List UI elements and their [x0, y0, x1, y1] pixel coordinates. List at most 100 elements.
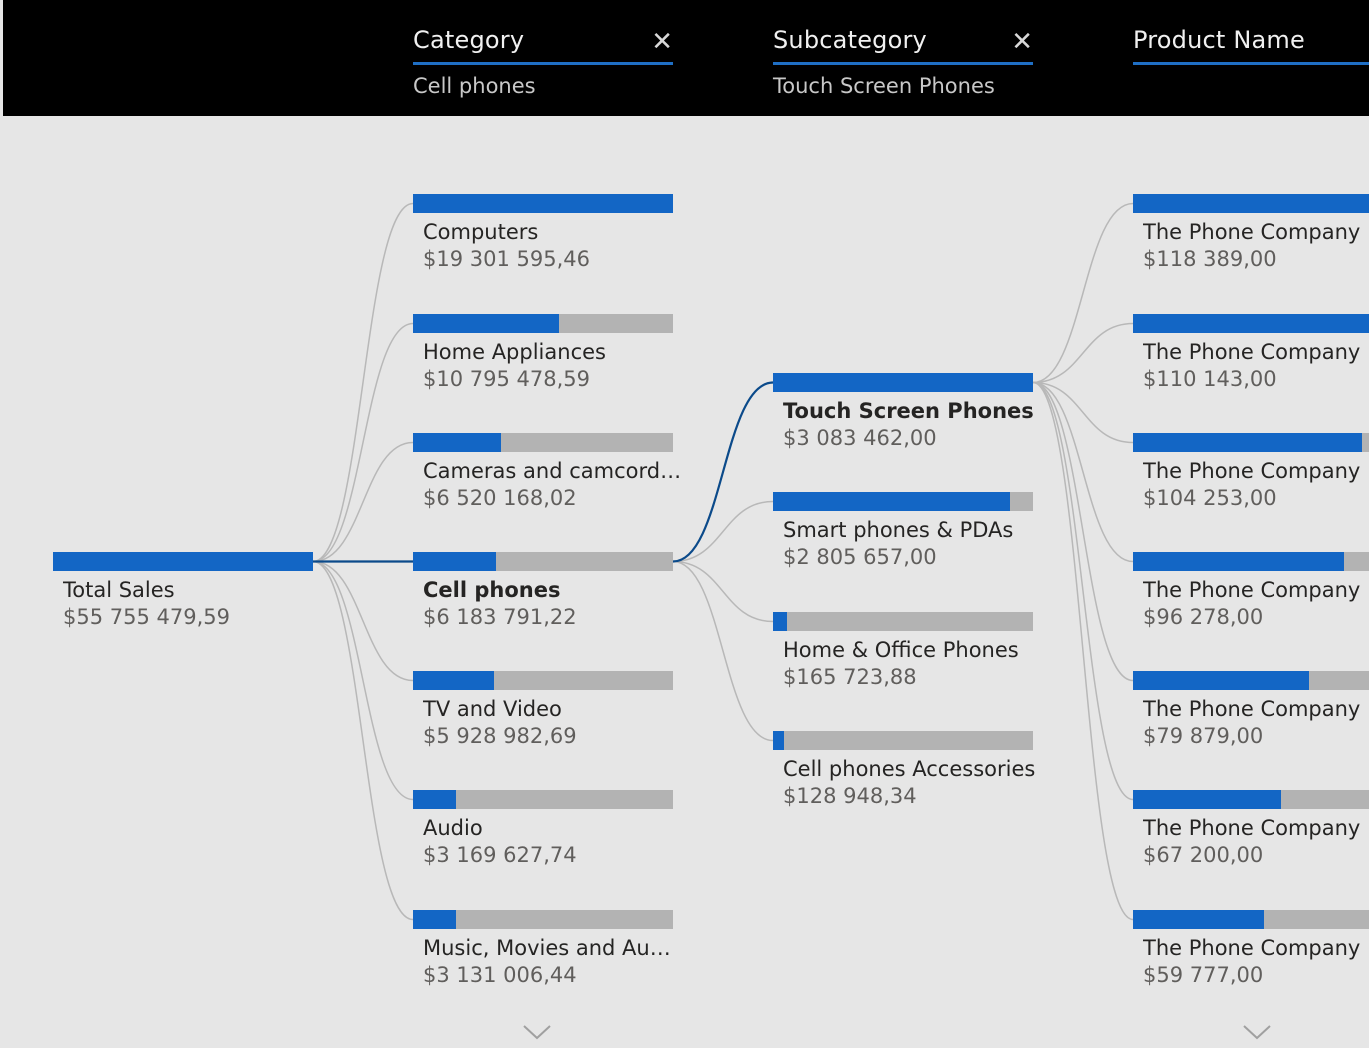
link — [312, 322, 414, 563]
node-value: $67 200,00 — [1143, 843, 1264, 867]
node-label: Computers — [423, 220, 539, 244]
node-label: Total Sales — [63, 578, 175, 602]
node-label: Home & Office Phones — [783, 638, 1019, 662]
node-label: Smart phones & PDAs — [783, 518, 1014, 542]
node-product[interactable]: The Phone Company $96 278,00 — [1133, 552, 1369, 632]
node-bar-fill — [1133, 552, 1344, 571]
node-bar-fill — [1133, 194, 1369, 213]
node-label: The Phone Company — [1143, 936, 1361, 960]
node-bar-fill — [773, 373, 1033, 392]
node-value: $79 879,00 — [1143, 724, 1264, 748]
node-category[interactable]: Home Appliances $10 795 478,59 — [413, 314, 673, 394]
node-bar-fill — [53, 552, 313, 571]
node-value: $165 723,88 — [783, 665, 917, 689]
node-label: The Phone Company — [1143, 697, 1361, 721]
node-product[interactable]: The Phone Company $104 253,00 — [1133, 433, 1369, 513]
node-bar-fill — [413, 194, 673, 213]
node-bar-track — [413, 552, 673, 571]
node-label: The Phone Company — [1143, 578, 1361, 602]
link — [312, 441, 414, 563]
node-category[interactable]: Audio $3 169 627,74 — [413, 790, 673, 870]
node-value: $118 389,00 — [1143, 247, 1277, 271]
node-label: The Phone Company — [1143, 220, 1361, 244]
node-subcategory[interactable]: Touch Screen Phones $3 083 462,00 — [773, 373, 1034, 453]
node-label: The Phone Company — [1143, 340, 1361, 364]
chevron-down-icon[interactable] — [521, 1022, 553, 1042]
node-bar-fill — [1133, 671, 1309, 690]
link — [312, 560, 414, 921]
node-subcategory[interactable]: Home & Office Phones $165 723,88 — [773, 612, 1033, 692]
node-bar-track — [773, 612, 1033, 631]
node-label: Cell phones Accessories — [783, 757, 1036, 781]
node-product[interactable]: The Phone Company $79 879,00 — [1133, 671, 1369, 751]
node-value: $59 777,00 — [1143, 963, 1264, 987]
node-product[interactable]: The Phone Company $110 143,00 — [1133, 314, 1369, 394]
node-bar-track — [413, 790, 673, 809]
node-bar-track — [1133, 910, 1369, 929]
node-value: $2 805 657,00 — [783, 545, 937, 569]
node-label: Cameras and camcord… — [423, 459, 682, 483]
node-bar-fill — [413, 433, 501, 452]
node-product[interactable]: The Phone Company $59 777,00 — [1133, 910, 1369, 990]
node-label: TV and Video — [423, 697, 562, 721]
node-bar-fill — [413, 671, 494, 690]
node-value: $104 253,00 — [1143, 486, 1277, 510]
node-bar-track — [413, 671, 673, 690]
node-label: Cell phones — [423, 578, 561, 602]
link — [1032, 202, 1134, 384]
node-bar-track — [1133, 790, 1369, 809]
node-category[interactable]: TV and Video $5 928 982,69 — [413, 671, 673, 751]
node-bar-fill — [413, 314, 559, 333]
node-value: $10 795 478,59 — [423, 367, 590, 391]
node-value: $6 520 168,02 — [423, 486, 577, 510]
node-bar-fill — [1133, 790, 1281, 809]
node-label: Touch Screen Phones — [783, 399, 1034, 423]
node-value: $128 948,34 — [783, 784, 917, 808]
node-bar-fill — [773, 492, 1010, 511]
node-bar-fill — [773, 731, 784, 750]
node-bar-track — [773, 373, 1033, 392]
node-bar-fill — [1133, 314, 1369, 333]
node-bar-fill — [1133, 910, 1264, 929]
node-value: $110 143,00 — [1143, 367, 1277, 391]
node-category[interactable]: Music, Movies and Au… $3 131 006,44 — [413, 910, 673, 990]
node-value: $6 183 791,22 — [423, 605, 577, 629]
node-bar-track — [1133, 671, 1369, 690]
node-value: $3 083 462,00 — [783, 426, 937, 450]
node-category[interactable]: Cameras and camcord… $6 520 168,02 — [413, 433, 681, 513]
node-category[interactable]: Cell phones $6 183 791,22 — [413, 552, 673, 632]
node-subcategory[interactable]: Cell phones Accessories $128 948,34 — [773, 731, 1035, 811]
node-category[interactable]: Computers $19 301 595,46 — [413, 194, 673, 274]
node-product[interactable]: The Phone Company $118 389,00 — [1133, 194, 1369, 274]
node-label: Music, Movies and Au… — [423, 936, 671, 960]
node-bar-fill — [773, 612, 787, 631]
node-bar-track — [53, 552, 313, 571]
node-bar-track — [1133, 194, 1369, 213]
node-label: The Phone Company — [1143, 816, 1361, 840]
node-bar-track — [1133, 433, 1369, 452]
node-product[interactable]: The Phone Company $67 200,00 — [1133, 790, 1369, 870]
link — [1032, 381, 1134, 801]
node-label: Audio — [423, 816, 483, 840]
node-bar-track — [1133, 314, 1369, 333]
chevron-down-icon[interactable] — [1241, 1022, 1273, 1042]
link — [1032, 322, 1134, 384]
node-value: $55 755 479,59 — [63, 605, 230, 629]
node-label: Home Appliances — [423, 340, 606, 364]
link — [672, 500, 774, 563]
node-bar-fill — [1133, 433, 1362, 452]
node-label: The Phone Company — [1143, 459, 1361, 483]
node-bar-track — [773, 492, 1033, 511]
node-total-sales[interactable]: Total Sales $55 755 479,59 — [53, 552, 313, 632]
node-value: $3 131 006,44 — [423, 963, 577, 987]
link — [312, 202, 414, 563]
node-bar-track — [773, 731, 1033, 750]
node-bar-track — [1133, 552, 1369, 571]
node-subcategory[interactable]: Smart phones & PDAs $2 805 657,00 — [773, 492, 1033, 572]
node-value: $5 928 982,69 — [423, 724, 577, 748]
node-value: $96 278,00 — [1143, 605, 1264, 629]
node-bar-fill — [413, 552, 496, 571]
node-bar-track — [413, 433, 673, 452]
node-value: $3 169 627,74 — [423, 843, 577, 867]
node-bar-track — [413, 194, 673, 213]
